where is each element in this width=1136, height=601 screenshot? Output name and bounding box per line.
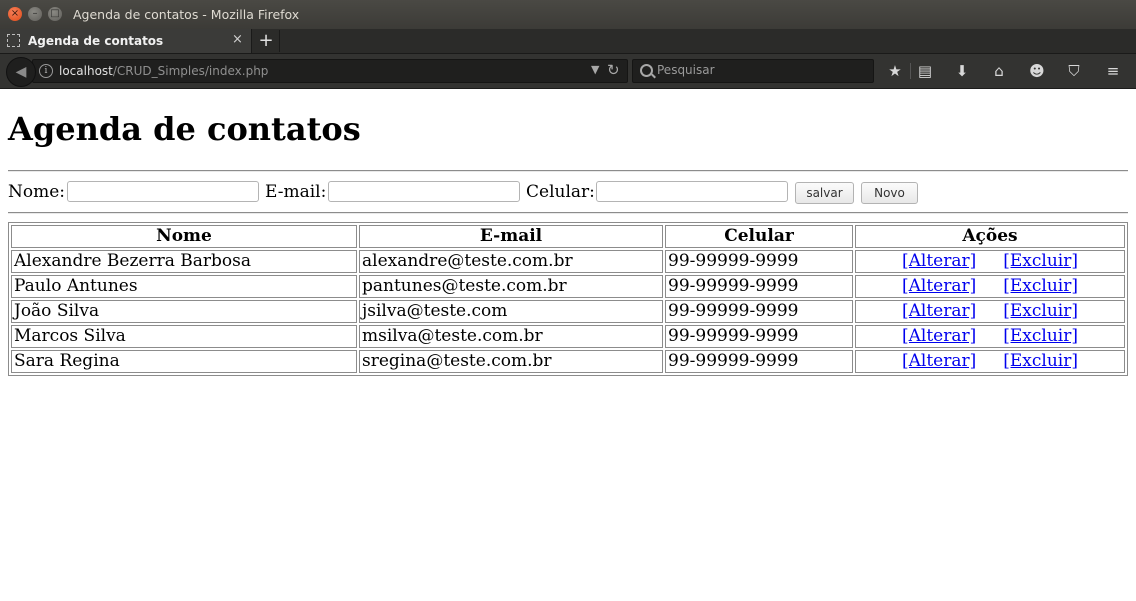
cell-email: alexandre@teste.com.br — [359, 250, 663, 273]
email-input[interactable] — [328, 181, 520, 202]
table-row: Marcos Silva msilva@teste.com.br 99-9999… — [11, 325, 1125, 348]
home-icon[interactable]: ⌂ — [988, 60, 1010, 82]
alterar-link[interactable]: [Alterar] — [902, 326, 976, 346]
bookmark-star-icon[interactable]: ★ — [884, 60, 906, 82]
page-favicon-icon — [7, 34, 20, 47]
table-row: Sara Regina sregina@teste.com.br 99-9999… — [11, 350, 1125, 373]
alterar-link[interactable]: [Alterar] — [902, 251, 976, 271]
hello-icon[interactable]: ☻ — [1026, 60, 1048, 82]
search-box[interactable] — [632, 59, 874, 83]
cell-acoes: [Alterar] [Excluir] — [855, 300, 1125, 323]
header-nome: Nome — [11, 225, 357, 248]
navigation-toolbar: i localhost/CRUD_Simples/index.php ▼ ↻ ◀… — [0, 54, 1136, 89]
cell-acoes: [Alterar] [Excluir] — [855, 275, 1125, 298]
reload-icon[interactable]: ↻ — [607, 61, 620, 79]
cell-celular: 99-99999-9999 — [665, 250, 853, 273]
window-minimize-icon[interactable]: – — [28, 7, 42, 21]
bookmarks-menu-icon[interactable]: ▤ — [914, 60, 936, 82]
site-info-icon[interactable]: i — [39, 64, 53, 78]
table-row: Alexandre Bezerra Barbosa alexandre@test… — [11, 250, 1125, 273]
alterar-link[interactable]: [Alterar] — [902, 276, 976, 296]
window-close-icon[interactable]: × — [8, 7, 22, 21]
url-host: localhost — [59, 64, 113, 78]
url-bar[interactable]: i localhost/CRUD_Simples/index.php ▼ ↻ — [32, 59, 628, 83]
header-acoes: Ações — [855, 225, 1125, 248]
tab-close-icon[interactable]: × — [232, 32, 243, 47]
tab-title: Agenda de contatos — [28, 34, 164, 48]
cell-acoes: [Alterar] [Excluir] — [855, 325, 1125, 348]
contact-form: Nome: E-mail: Celular: salvar Novo — [8, 172, 1128, 212]
celular-label: Celular: — [526, 182, 595, 202]
menu-icon[interactable]: ≡ — [1102, 60, 1124, 82]
novo-button[interactable]: Novo — [861, 182, 918, 204]
cell-acoes: [Alterar] [Excluir] — [855, 250, 1125, 273]
cell-nome: Sara Regina — [11, 350, 357, 373]
tab-agenda[interactable]: Agenda de contatos × — [0, 29, 252, 53]
nome-label: Nome: — [8, 182, 66, 202]
table-row: João Silva jsilva@teste.com 99-99999-999… — [11, 300, 1125, 323]
excluir-link[interactable]: [Excluir] — [1003, 301, 1078, 321]
window-titlebar: × – □ Agenda de contatos - Mozilla Firef… — [0, 0, 1136, 29]
pocket-icon[interactable]: ⛉ — [1063, 60, 1085, 82]
email-label: E-mail: — [265, 182, 327, 202]
back-button[interactable]: ◀ — [6, 57, 36, 87]
bottom-divider — [8, 212, 1128, 214]
contacts-table: Nome E-mail Celular Ações Alexandre Beze… — [8, 222, 1128, 376]
header-celular: Celular — [665, 225, 853, 248]
excluir-link[interactable]: [Excluir] — [1003, 351, 1078, 371]
cell-celular: 99-99999-9999 — [665, 300, 853, 323]
excluir-link[interactable]: [Excluir] — [1003, 276, 1078, 296]
toolbar-separator — [910, 63, 911, 79]
tab-strip: Agenda de contatos × + — [0, 29, 1136, 54]
cell-celular: 99-99999-9999 — [665, 325, 853, 348]
cell-nome: Marcos Silva — [11, 325, 357, 348]
url-text[interactable]: localhost/CRUD_Simples/index.php — [59, 64, 268, 78]
search-icon — [640, 64, 653, 77]
cell-nome: Alexandre Bezerra Barbosa — [11, 250, 357, 273]
cell-celular: 99-99999-9999 — [665, 350, 853, 373]
downloads-icon[interactable]: ⬇ — [951, 60, 973, 82]
excluir-link[interactable]: [Excluir] — [1003, 326, 1078, 346]
window-maximize-icon[interactable]: □ — [48, 7, 62, 21]
cell-email: sregina@teste.com.br — [359, 350, 663, 373]
cell-email: jsilva@teste.com — [359, 300, 663, 323]
excluir-link[interactable]: [Excluir] — [1003, 251, 1078, 271]
celular-input[interactable] — [596, 181, 788, 202]
cell-celular: 99-99999-9999 — [665, 275, 853, 298]
cell-nome: João Silva — [11, 300, 357, 323]
page-content: Agenda de contatos Nome: E-mail: Celular… — [8, 89, 1128, 376]
cell-email: msilva@teste.com.br — [359, 325, 663, 348]
page-title: Agenda de contatos — [8, 110, 361, 148]
alterar-link[interactable]: [Alterar] — [902, 351, 976, 371]
salvar-button[interactable]: salvar — [795, 182, 854, 204]
header-email: E-mail — [359, 225, 663, 248]
url-history-dropdown-icon[interactable]: ▼ — [591, 63, 599, 76]
table-row: Paulo Antunes pantunes@teste.com.br 99-9… — [11, 275, 1125, 298]
table-header-row: Nome E-mail Celular Ações — [11, 225, 1125, 248]
cell-acoes: [Alterar] [Excluir] — [855, 350, 1125, 373]
cell-nome: Paulo Antunes — [11, 275, 357, 298]
back-arrow-icon: ◀ — [15, 64, 27, 80]
nome-input[interactable] — [67, 181, 259, 202]
new-tab-icon[interactable]: + — [253, 30, 280, 52]
alterar-link[interactable]: [Alterar] — [902, 301, 976, 321]
window-title: Agenda de contatos - Mozilla Firefox — [73, 7, 300, 22]
search-input[interactable] — [657, 63, 857, 77]
cell-email: pantunes@teste.com.br — [359, 275, 663, 298]
url-path: /CRUD_Simples/index.php — [112, 64, 269, 78]
